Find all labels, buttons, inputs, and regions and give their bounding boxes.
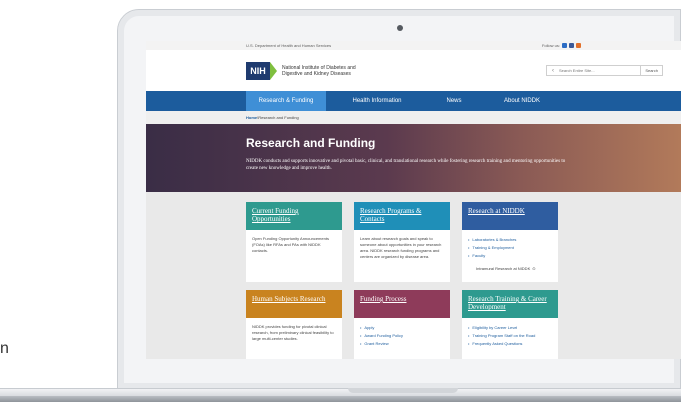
list-item[interactable]: Eligibility by Career Level: [468, 324, 552, 332]
card-body: NIDDK provides funding for pivotal clini…: [252, 324, 334, 341]
laptop-mockup: U.S. Department of Health and Human Serv…: [0, 0, 681, 411]
nav-research-funding[interactable]: Research & Funding: [246, 91, 326, 111]
logo-chevron: [270, 61, 277, 80]
card-title[interactable]: Research Programs & Contacts: [354, 202, 450, 230]
list-item[interactable]: Faculty: [468, 252, 552, 260]
card-title[interactable]: Current Funding Opportunities: [246, 202, 342, 230]
nih-logo: NIH: [246, 61, 270, 80]
card-title[interactable]: Research Training & Career Development: [462, 290, 558, 318]
list-item[interactable]: Grant Review: [360, 340, 444, 348]
search-input[interactable]: [559, 66, 641, 75]
site-logo[interactable]: NIH National Institute of Diabetes and D…: [246, 61, 362, 80]
list-item[interactable]: Frequently Asked Questions: [468, 340, 552, 348]
card-research-training: Research Training & Career Development E…: [462, 290, 558, 359]
card-links: Apply Award Funding Policy Grant Review: [354, 318, 450, 354]
laptop-base: [0, 388, 681, 396]
card-grid: Current Funding Opportunities Open Fundi…: [146, 192, 681, 359]
page-title: Research and Funding: [246, 136, 376, 150]
follow-label: Follow us:: [541, 43, 560, 48]
breadcrumb-home[interactable]: Home: [246, 115, 257, 120]
hero-banner: Research and Funding NIDDK conducts and …: [146, 124, 681, 192]
card-current-funding: Current Funding Opportunities Open Fundi…: [246, 202, 342, 282]
card-research-programs: Research Programs & Contacts Learn about…: [354, 202, 450, 282]
search-button[interactable]: Search: [640, 66, 662, 75]
nav-health-information[interactable]: Health Information: [326, 91, 428, 111]
list-item[interactable]: Laboratories & Branches: [468, 236, 552, 244]
side-text: n: [0, 340, 9, 357]
card-body: Open Funding Opportunity Announcements (…: [252, 236, 329, 253]
card-title[interactable]: Human Subjects Research: [246, 290, 342, 318]
org-name: National Institute of Diabetes and Diges…: [282, 64, 356, 77]
card-title[interactable]: Funding Process: [354, 290, 450, 318]
nav-news[interactable]: News: [428, 91, 480, 111]
gov-bar: U.S. Department of Health and Human Serv…: [146, 41, 681, 50]
laptop-notch: [348, 388, 458, 393]
external-link-icon: ⊙: [532, 266, 536, 271]
card-links: Laboratories & Branches Training & Emplo…: [462, 230, 558, 266]
intramural-link[interactable]: Intramural Research at NIDDK ⊙: [462, 266, 558, 275]
camera-dot: [397, 25, 403, 31]
list-item[interactable]: Apply: [360, 324, 444, 332]
search-box: ‹ Search: [546, 65, 663, 76]
facebook-icon[interactable]: [569, 43, 574, 48]
card-funding-process: Funding Process Apply Award Funding Poli…: [354, 290, 450, 359]
browser-screen: U.S. Department of Health and Human Serv…: [146, 41, 681, 359]
agency-link[interactable]: U.S. Department of Health and Human Serv…: [246, 43, 331, 48]
hero-description: NIDDK conducts and supports innovative a…: [246, 159, 566, 171]
email-icon[interactable]: [562, 43, 567, 48]
card-links: Eligibility by Career Level Training Pro…: [462, 318, 558, 354]
breadcrumb: Home \ Research and Funding: [146, 111, 681, 124]
card-title[interactable]: Research at NIDDK: [462, 202, 558, 230]
list-item[interactable]: Training & Employment: [468, 244, 552, 252]
main-nav: Research & Funding Health Information Ne…: [146, 91, 681, 111]
card-body: Learn about research goals and speak to …: [360, 236, 442, 259]
list-item[interactable]: Award Funding Policy: [360, 332, 444, 340]
follow-us: Follow us:: [542, 43, 581, 48]
laptop-base-edge: [0, 396, 681, 402]
card-research-at-niddk: Research at NIDDK Laboratories & Branche…: [462, 202, 558, 282]
intramural-label: Intramural Research at NIDDK: [476, 266, 531, 271]
nav-about[interactable]: About NIDDK: [480, 91, 564, 111]
site-header: NIH National Institute of Diabetes and D…: [146, 50, 681, 91]
chevron-left-icon: ‹: [552, 67, 554, 74]
breadcrumb-current: Research and Funding: [258, 115, 299, 120]
card-human-subjects: Human Subjects Research NIDDK provides f…: [246, 290, 342, 359]
rss-icon[interactable]: [576, 43, 581, 48]
list-item[interactable]: Training Program Staff on the Road: [468, 332, 552, 340]
